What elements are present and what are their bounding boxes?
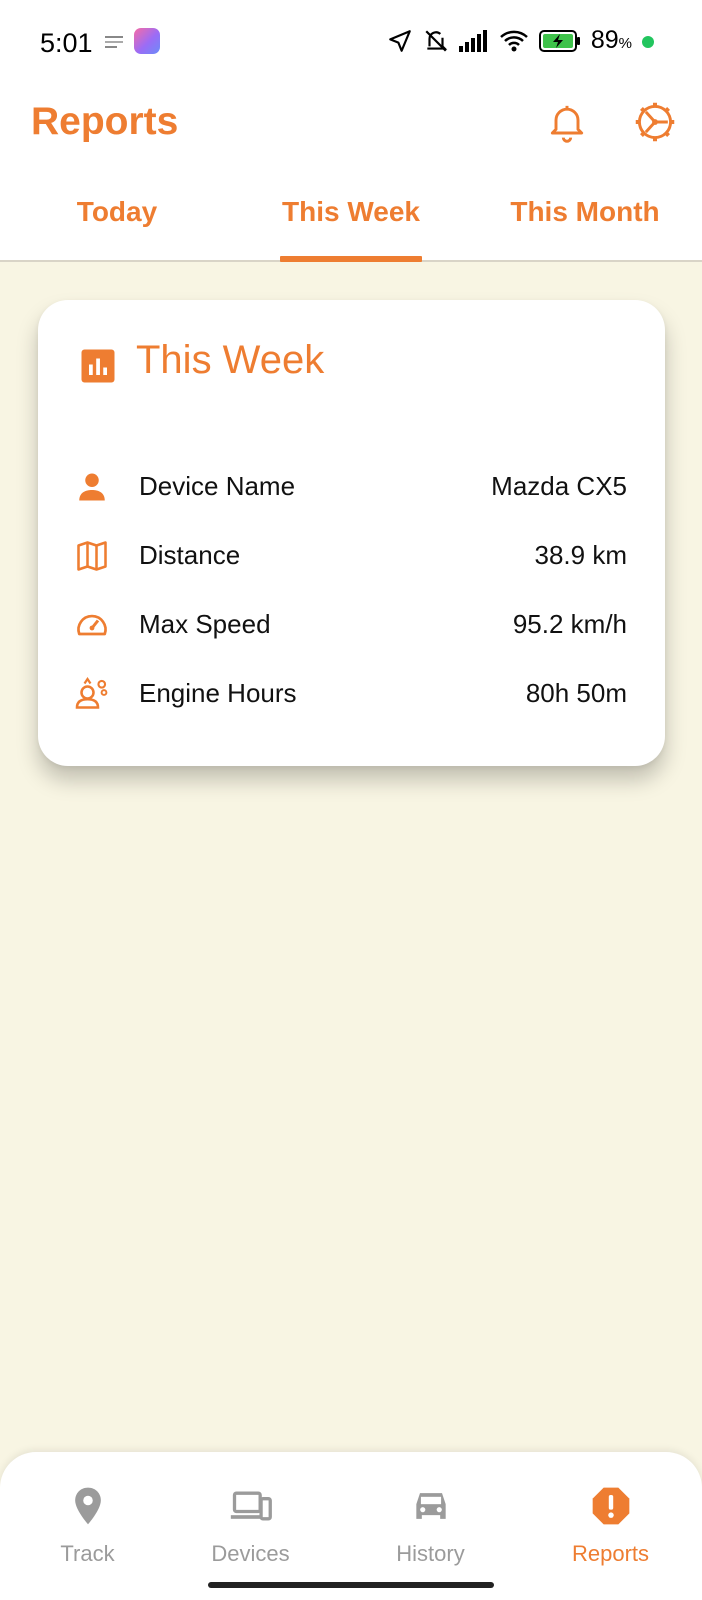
settings-wheel-icon[interactable] bbox=[633, 100, 677, 144]
nav-label: Track bbox=[60, 1541, 115, 1566]
home-indicator bbox=[208, 1582, 494, 1588]
status-bar: 5:01 89% bbox=[0, 0, 702, 86]
nav-label: Devices bbox=[211, 1541, 290, 1566]
bell-off-icon bbox=[425, 29, 448, 52]
bar-chart-icon bbox=[81, 349, 115, 383]
report-row-device-name: Device Name Mazda CX5 bbox=[38, 457, 665, 517]
report-summary-card: This Week Device Name Mazda CX5 Distance… bbox=[38, 300, 665, 766]
page-title: Reports bbox=[31, 100, 179, 143]
row-value: 80h 50m bbox=[525, 678, 627, 708]
signal-icon bbox=[458, 29, 487, 52]
car-icon bbox=[415, 1493, 446, 1519]
row-label: Engine Hours bbox=[139, 678, 297, 708]
person-icon bbox=[79, 473, 105, 501]
location-pin-icon bbox=[74, 1487, 101, 1525]
app-header: Reports bbox=[0, 86, 702, 176]
report-row-max-speed: Max Speed 95.2 km/h bbox=[38, 595, 665, 655]
row-label: Device Name bbox=[139, 471, 296, 501]
speedometer-icon bbox=[77, 614, 107, 636]
tab-this-week[interactable]: This Week bbox=[234, 196, 468, 228]
tab-this-month[interactable]: This Month bbox=[468, 196, 702, 228]
battery-percent: 89% bbox=[590, 26, 632, 54]
status-icons: 89% bbox=[387, 26, 656, 55]
battery-charging-icon bbox=[538, 29, 580, 52]
active-tab-indicator bbox=[280, 256, 422, 262]
nav-label: History bbox=[396, 1541, 465, 1566]
devices-icon bbox=[230, 1491, 272, 1521]
nav-item-history[interactable]: History bbox=[343, 1452, 518, 1572]
map-icon bbox=[77, 541, 107, 571]
row-value: 95.2 km/h bbox=[512, 609, 627, 639]
nav-item-track[interactable]: Track bbox=[0, 1452, 175, 1572]
nav-item-reports[interactable]: Reports bbox=[523, 1452, 698, 1572]
report-period-tabs: Today This Week This Month bbox=[0, 176, 702, 262]
row-value: 38.9 km bbox=[534, 540, 628, 570]
row-value: Mazda CX5 bbox=[491, 471, 627, 501]
report-row-distance: Distance 38.9 km bbox=[38, 526, 665, 586]
tab-today[interactable]: Today bbox=[0, 196, 234, 228]
location-arrow-icon bbox=[389, 29, 411, 52]
notification-mini-icon bbox=[105, 36, 123, 48]
app-notification-icon bbox=[134, 28, 160, 54]
bell-icon[interactable] bbox=[545, 100, 589, 144]
nav-label: Reports bbox=[571, 1541, 650, 1566]
card-title: This Week bbox=[136, 338, 325, 382]
bottom-navigation: Track Devices History Reports bbox=[0, 1452, 702, 1600]
status-time: 5:01 bbox=[40, 28, 93, 58]
privacy-indicator-dot bbox=[642, 36, 654, 48]
engine-hours-icon bbox=[75, 676, 108, 709]
wifi-icon bbox=[499, 30, 528, 51]
report-row-engine-hours: Engine Hours 80h 50m bbox=[38, 664, 665, 724]
row-label: Max Speed bbox=[139, 609, 271, 639]
alert-octagon-icon bbox=[592, 1487, 629, 1525]
row-label: Distance bbox=[139, 540, 241, 570]
nav-item-devices[interactable]: Devices bbox=[163, 1452, 338, 1572]
